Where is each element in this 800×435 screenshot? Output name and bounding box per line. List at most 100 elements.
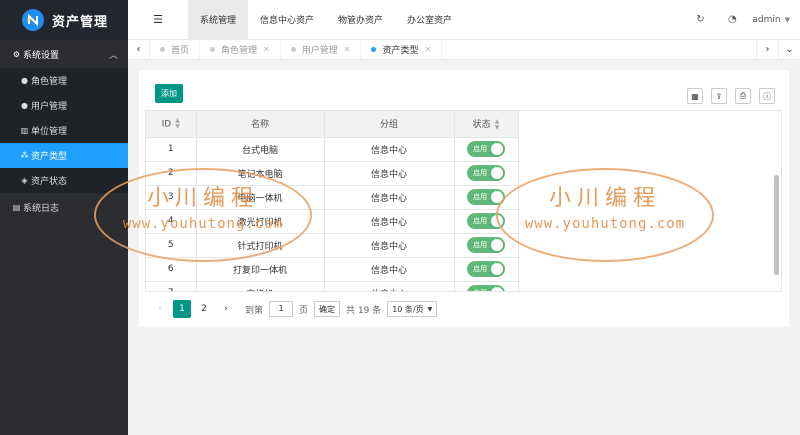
cell-id: 7 (146, 281, 197, 291)
watermark-url: www.youhutong.com (524, 216, 686, 232)
sidebar-item-roles[interactable]: ● 角色管理 (0, 68, 128, 93)
user-menu[interactable]: admin ▼ (748, 15, 800, 25)
tab-dot-icon (371, 47, 377, 52)
close-icon[interactable]: ✕ (263, 45, 270, 54)
tab-dot-icon (210, 47, 216, 52)
table-header-row: ID ▲ ▼ 名称 分组 状态 ▲ ▼ (146, 111, 519, 138)
tab-dot-icon (290, 47, 296, 52)
page-2[interactable]: 2 (195, 300, 213, 318)
table-scrollbar[interactable] (774, 175, 779, 275)
page-tab-asset-types[interactable]: 资产类型 ✕ (361, 39, 443, 60)
cell-group: 信息中心 (324, 185, 455, 210)
close-icon[interactable]: ✕ (424, 45, 431, 54)
cell-name: 交换机 (196, 281, 325, 291)
table-row[interactable]: 7交换机信息中心启用 (146, 281, 519, 291)
sidebar-group-system-settings[interactable]: ⚙ 系统设置 ︿ (0, 40, 128, 68)
app-title: 资产管理 (52, 14, 109, 30)
status-toggle[interactable]: 启用 (467, 165, 505, 181)
page-size-select[interactable]: 10 条/页 ▼ (387, 301, 438, 317)
page-tab-roles[interactable]: 角色管理 ✕ (200, 39, 281, 60)
page-tabs: ‹ 首页 角色管理 ✕ 用户管理 ✕ 资产类型 ✕ › ⌄ (128, 39, 800, 60)
chevron-up-icon: ︿ (108, 50, 118, 61)
dashboard-icon[interactable]: ◔ (716, 14, 748, 25)
page-1[interactable]: 1 (173, 300, 191, 318)
pagination: ‹ 1 2 › 到第 1 页 确定 共 19 条 10 条/页 ▼ (151, 300, 438, 318)
goto-page-input[interactable]: 1 (269, 301, 294, 317)
status-toggle-label: 启用 (473, 241, 487, 249)
cell-name: 台式电脑 (196, 137, 325, 162)
tabs-menu-chevron-down-icon[interactable]: ⌄ (778, 39, 800, 60)
nav-tab-property[interactable]: 物管办资产 (326, 0, 395, 40)
status-toggle-label: 启用 (473, 145, 487, 153)
add-button[interactable]: 添加 (155, 84, 183, 103)
close-icon[interactable]: ✕ (344, 45, 351, 54)
cell-status: 启用 (454, 257, 519, 282)
sidebar-item-asset-types[interactable]: ⁂ 资产类型 (0, 143, 128, 168)
nav-tab-system[interactable]: 系统管理 (188, 0, 249, 40)
column-header-name: 名称 (196, 111, 325, 138)
bank-icon: ▥ (20, 126, 29, 135)
column-header-group: 分组 (324, 111, 455, 138)
print-icon[interactable]: ⎙ (735, 88, 751, 104)
status-toggle-label: 启用 (473, 217, 487, 225)
tab-dot-icon (160, 47, 165, 52)
watermark: 小川编程 www.youhutong.com (496, 168, 714, 262)
sort-icon[interactable]: ▲ ▼ (495, 118, 500, 131)
refresh-icon[interactable]: ↻ (684, 14, 716, 25)
logo[interactable]: 资产管理 (0, 0, 128, 40)
page-tab-users[interactable]: 用户管理 ✕ (281, 39, 362, 60)
prev-page-icon[interactable]: ‹ (151, 300, 169, 318)
cell-group: 信息中心 (324, 161, 455, 186)
cell-group: 信息中心 (324, 281, 455, 291)
cell-status: 启用 (454, 281, 519, 291)
cell-group: 信息中心 (324, 209, 455, 234)
status-toggle-label: 启用 (473, 193, 487, 201)
cell-status: 启用 (454, 137, 519, 162)
watermark-title: 小川编程 (548, 186, 661, 211)
sidebar-submenu: ● 角色管理 ● 用户管理 ▥ 单位管理 ⁂ 资产类型 ◈ 资产状态 (0, 68, 128, 193)
menu-toggle-icon[interactable]: ☰ (128, 0, 188, 40)
tabs-next-icon[interactable]: › (756, 39, 778, 60)
status-toggle[interactable]: 启用 (467, 237, 505, 253)
cell-group: 信息中心 (324, 137, 455, 162)
status-toggle[interactable]: 启用 (467, 141, 505, 157)
sidebar-item-label: 用户管理 (31, 102, 68, 112)
watermark: 小川编程 www.youhutong.com (94, 168, 312, 262)
watermark-title: 小川编程 (146, 186, 259, 211)
tabs-prev-icon[interactable]: ‹ (128, 39, 150, 60)
status-toggle[interactable]: 启用 (467, 261, 505, 277)
info-icon[interactable]: ⓘ (759, 88, 775, 104)
columns-filter-icon[interactable]: ▦ (687, 88, 703, 104)
dot-grid-icon: ⁂ (20, 151, 29, 160)
cube-icon: ◈ (21, 176, 28, 185)
sidebar-item-label: 角色管理 (31, 77, 68, 87)
toggle-knob (491, 263, 503, 275)
cell-group: 信息中心 (324, 233, 455, 258)
sidebar-item-users[interactable]: ● 用户管理 (0, 93, 128, 118)
sidebar-item-units[interactable]: ▥ 单位管理 (0, 118, 128, 143)
status-toggle[interactable]: 启用 (467, 285, 505, 291)
sort-icon[interactable]: ▲ ▼ (175, 117, 180, 130)
status-toggle-label: 启用 (473, 169, 487, 177)
header: ☰ 系统管理 信息中心资产 物管办资产 办公室资产 ↻ ◔ admin ▼ (128, 0, 800, 40)
nav-tab-info-center[interactable]: 信息中心资产 (248, 0, 326, 40)
table-row[interactable]: 1 台式电脑 信息中心 启用 (146, 137, 519, 162)
goto-confirm-button[interactable]: 确定 (314, 301, 341, 317)
export-icon[interactable]: ⇪ (711, 88, 727, 104)
caret-down-icon: ▼ (427, 305, 433, 313)
header-right: ↻ ◔ admin ▼ (684, 0, 800, 40)
status-toggle-label: 启用 (473, 288, 487, 291)
page-tab-home[interactable]: 首页 (150, 39, 201, 60)
sidebar-item-label: 资产状态 (31, 177, 68, 187)
cell-group: 信息中心 (324, 257, 455, 282)
column-header-id[interactable]: ID ▲ ▼ (146, 111, 197, 138)
user-icon: ● (21, 76, 28, 85)
column-header-label: 状态 (472, 120, 491, 130)
next-page-icon[interactable]: › (217, 300, 235, 318)
sidebar-item-label: 资产类型 (31, 152, 68, 162)
nav-tab-office[interactable]: 办公室资产 (395, 0, 464, 40)
toggle-knob (491, 239, 503, 251)
column-header-status[interactable]: 状态 ▲ ▼ (454, 111, 519, 138)
toggle-knob (491, 287, 503, 291)
cell-id: 1 (146, 137, 197, 162)
